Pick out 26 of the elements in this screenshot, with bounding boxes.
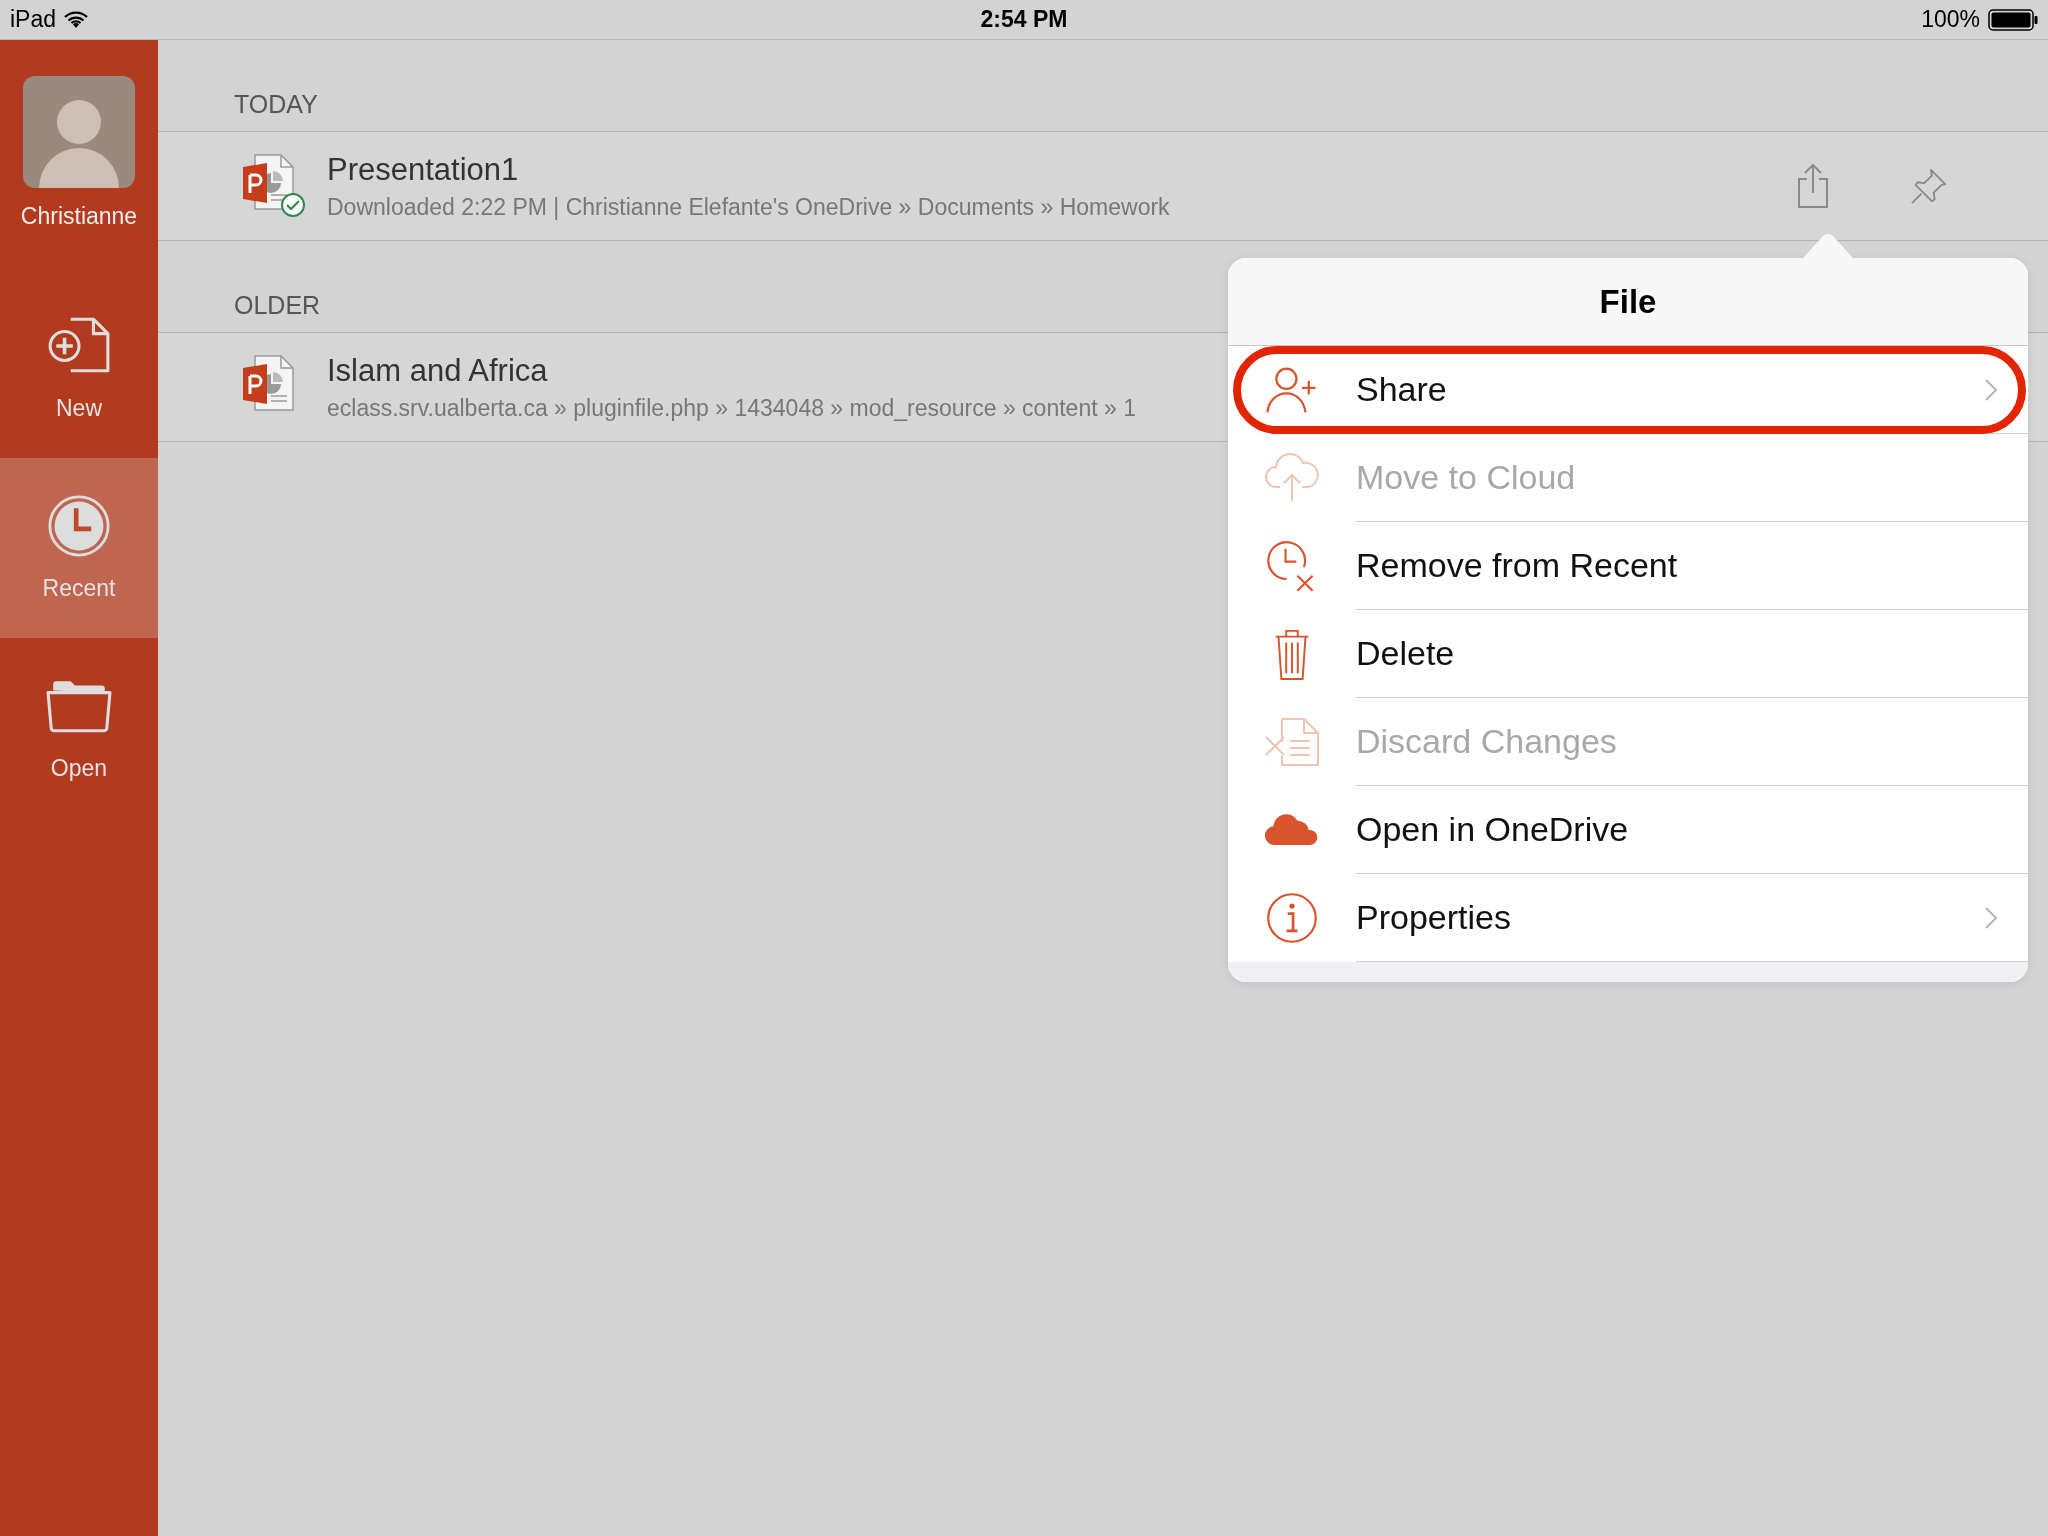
wifi-icon [64, 10, 89, 29]
clock-icon [46, 494, 112, 557]
powerpoint-file-synced-icon [241, 153, 307, 219]
file-path: Downloaded 2:22 PM | Christianne Elefante's OneDrive » Documents » Homework [327, 193, 1171, 221]
menu-item[interactable]: Delete [1228, 610, 2028, 698]
file-name: Presentation1 [327, 151, 520, 188]
menu-item[interactable]: Remove from Recent [1228, 522, 2028, 610]
section-header: OLDER [234, 291, 321, 320]
sidebar-item[interactable]: New [0, 278, 158, 458]
discard-document-icon [1264, 715, 1320, 769]
menu-item: Discard Changes [1228, 698, 2028, 786]
battery-percent: 100% [1921, 6, 1980, 33]
battery-icon [1988, 8, 2038, 31]
chevron-right-icon [1984, 377, 1998, 402]
chevron-right-icon [1984, 905, 1998, 930]
file-row[interactable]: Presentation1 Downloaded 2:22 PM | Christianne Elefante's OneDrive » Documents » Homework [158, 131, 2048, 241]
user-name: Christianne [20, 203, 138, 230]
file-path: eclass.srv.ualberta.ca » pluginfile.php » 1434048 » mod_resource » content » 1 [327, 394, 1137, 422]
menu-item[interactable]: Share [1228, 346, 2028, 434]
section-header: TODAY [234, 90, 318, 119]
popover-arrow [1803, 232, 1853, 258]
menu-item[interactable]: Open in OneDrive [1228, 786, 2028, 874]
device-name: iPad [10, 6, 57, 33]
info-icon [1264, 891, 1320, 945]
sidebar-item[interactable]: Open [0, 638, 158, 818]
clock-time: 2:54 PM [980, 6, 1068, 33]
